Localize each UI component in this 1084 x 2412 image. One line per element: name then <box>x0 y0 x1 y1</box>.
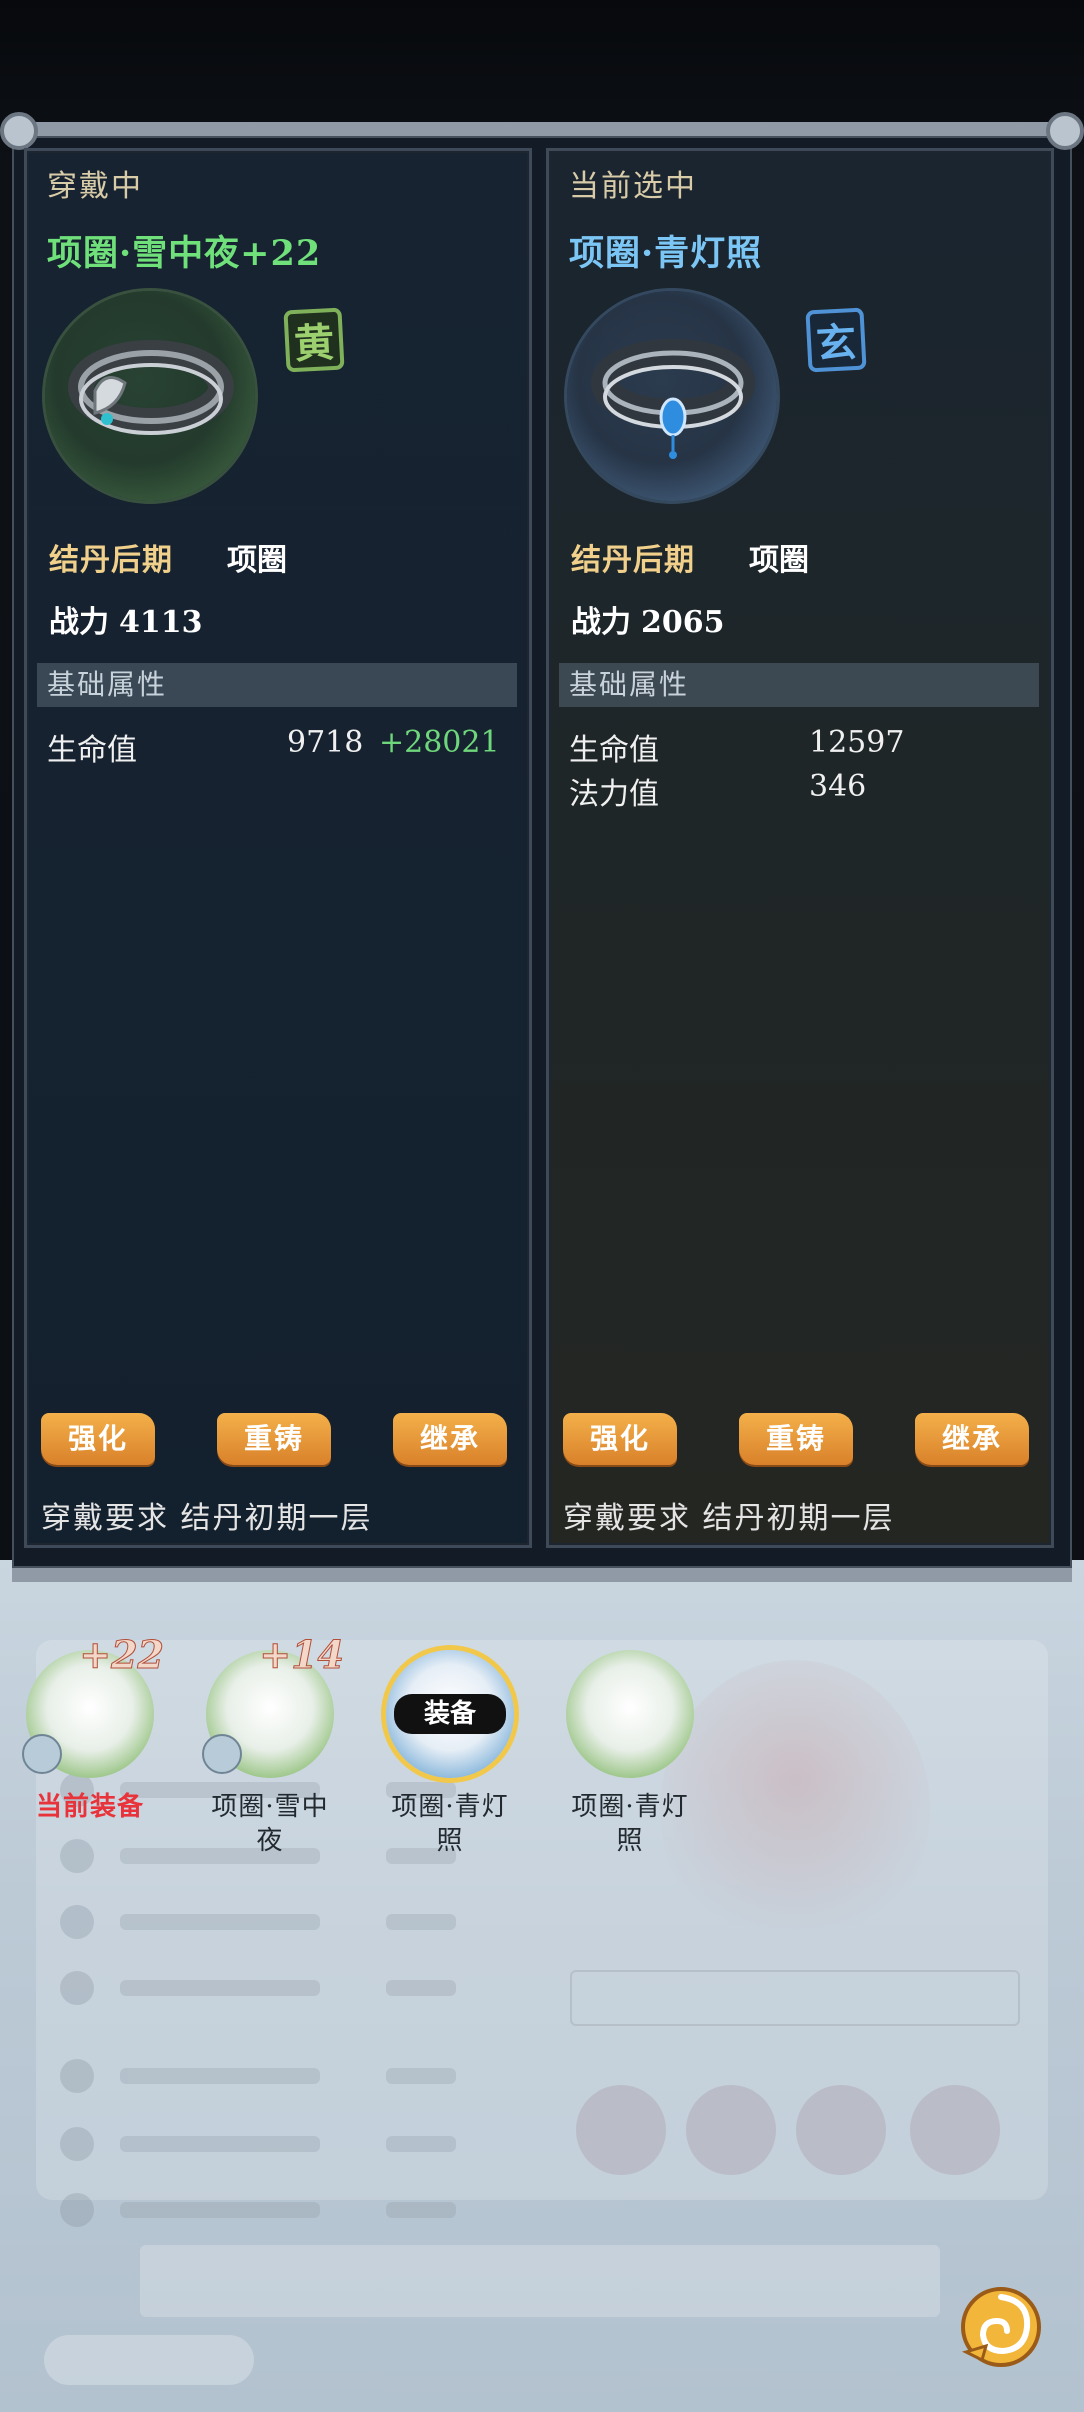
grade-badge: 黄 <box>283 307 345 373</box>
item-name: 项圈·雪中夜+22 <box>47 233 322 274</box>
background-bar <box>570 1970 1020 2026</box>
item-realm: 结丹后期 <box>49 543 173 578</box>
stat-row: 生命值 12597 <box>569 725 959 769</box>
recast-button[interactable]: 重铸 <box>739 1413 853 1465</box>
background-tabs <box>140 2245 940 2317</box>
item-name: 项圈·青灯照 <box>569 233 763 274</box>
equip-tag: 装备 <box>394 1694 506 1734</box>
collar-icon[interactable]: +14 <box>202 1632 344 1778</box>
power-row: 战力 4113 <box>49 597 213 641</box>
power-label: 战力 <box>49 605 109 640</box>
power-row: 战力 2065 <box>571 597 735 641</box>
selector-slot[interactable]: 项圈·青灯照 <box>540 1650 720 1858</box>
item-icon <box>45 291 255 501</box>
stat-value: 346 <box>809 769 867 804</box>
background-row <box>60 2056 520 2096</box>
stat-label: 法力值 <box>569 777 659 812</box>
stat-bonus: +28021 <box>379 725 500 760</box>
background-skill <box>576 2085 666 2175</box>
panel-header: 穿戴中 <box>47 169 143 204</box>
selector-slot[interactable]: +14 项圈·雪中夜 <box>180 1632 360 1858</box>
background-row <box>60 1968 520 2008</box>
background-skill <box>796 2085 886 2175</box>
slot-label: 项圈·雪中夜 <box>211 1792 329 1856</box>
item-type: 项圈 <box>749 543 809 578</box>
inherit-button[interactable]: 继承 <box>915 1413 1029 1465</box>
enhance-button[interactable]: 强化 <box>563 1413 677 1465</box>
stat-value: 9718 <box>287 725 364 760</box>
recast-button[interactable]: 重铸 <box>217 1413 331 1465</box>
enhance-button[interactable]: 强化 <box>41 1413 155 1465</box>
equipped-panel: 穿戴中 项圈·雪中夜+22 黄 结丹后期 项圈 战力 4113 基础属性 生命值 … <box>24 148 532 1548</box>
panel-header: 当前选中 <box>569 169 697 204</box>
item-icon <box>567 291 777 501</box>
collar-icon[interactable]: +22 <box>22 1632 164 1778</box>
stat-value: 12597 <box>809 725 905 760</box>
background-pill <box>44 2335 254 2385</box>
stat-row: 生命值 9718 +28021 <box>47 725 500 769</box>
grade-badge: 玄 <box>805 307 867 373</box>
collar-icon <box>68 340 234 435</box>
background-row <box>60 2124 520 2164</box>
slot-label: 当前装备 <box>35 1792 144 1822</box>
item-realm: 结丹后期 <box>571 543 695 578</box>
collar-icon[interactable]: 装备 <box>386 1650 514 1778</box>
stat-row: 法力值 346 <box>569 769 959 813</box>
background-row <box>60 2190 520 2230</box>
stat-label: 生命值 <box>569 733 659 768</box>
requirement-text: 穿戴要求 结丹初期一层 <box>41 1501 373 1536</box>
slot-label: 项圈·青灯照 <box>571 1792 689 1856</box>
selector-slot-selected[interactable]: 装备 项圈·青灯照 <box>360 1650 540 1858</box>
background-skill <box>910 2085 1000 2175</box>
requirement-text: 穿戴要求 结丹初期一层 <box>563 1501 895 1536</box>
attr-section-header: 基础属性 <box>37 663 517 707</box>
power-value: 4113 <box>119 605 203 640</box>
slot-label: 项圈·青灯照 <box>391 1792 509 1856</box>
stat-label: 生命值 <box>47 733 137 768</box>
inherit-button[interactable]: 继承 <box>393 1413 507 1465</box>
collar-icon <box>591 339 755 459</box>
sub-icon <box>202 1734 242 1774</box>
selector-slot-current[interactable]: +22 当前装备 <box>0 1632 180 1824</box>
power-value: 2065 <box>641 605 725 640</box>
swirl-emblem-icon[interactable] <box>956 2282 1046 2372</box>
power-label: 战力 <box>571 605 631 640</box>
background-skill <box>686 2085 776 2175</box>
background-row <box>60 1902 520 1942</box>
item-selector: +22 当前装备 +14 项圈·雪中夜 装备 项圈·青灯照 项圈·青灯照 <box>0 1632 1084 1870</box>
enhance-level: +14 <box>259 1632 345 1678</box>
sub-icon <box>22 1734 62 1774</box>
attr-section-header: 基础属性 <box>559 663 1039 707</box>
collar-icon[interactable] <box>566 1650 694 1778</box>
item-type: 项圈 <box>227 543 287 578</box>
enhance-level: +22 <box>79 1632 165 1678</box>
selected-panel: 当前选中 项圈·青灯照 玄 结丹后期 项圈 战力 2065 基础属性 生命值 12… <box>546 148 1054 1548</box>
